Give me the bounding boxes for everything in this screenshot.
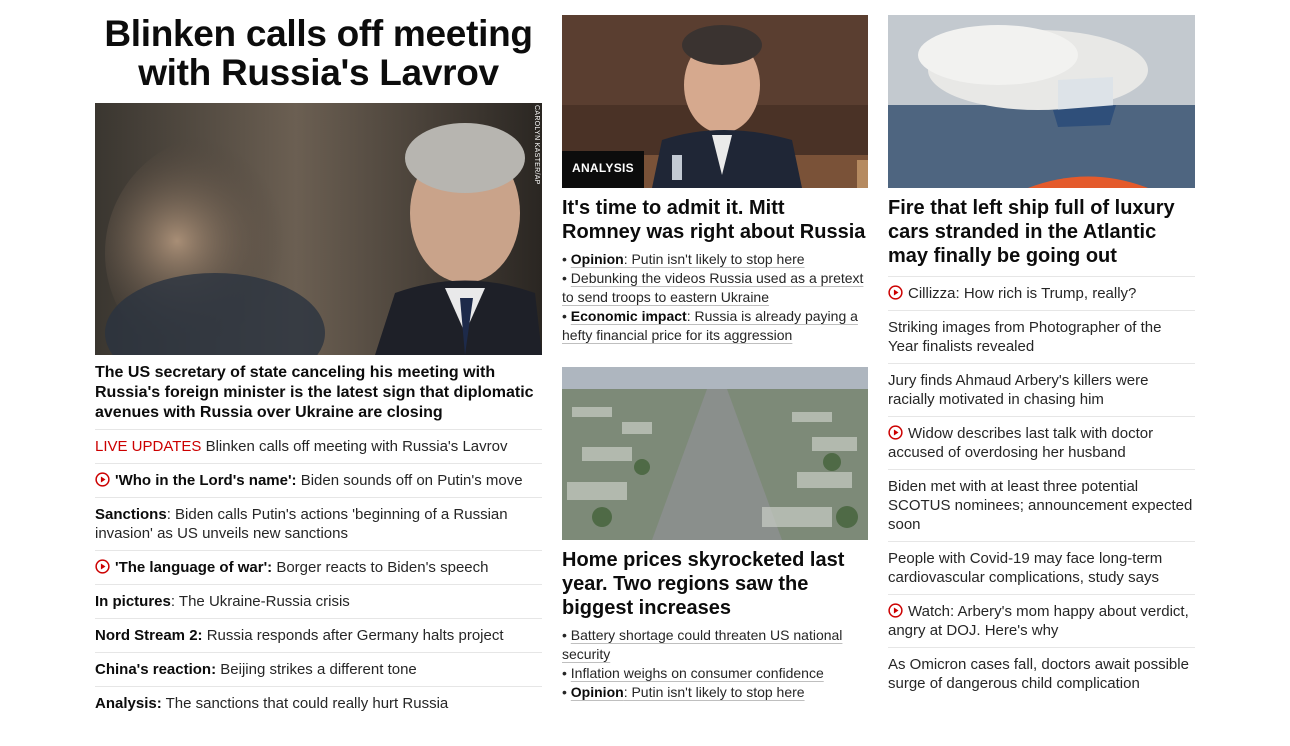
romney-photo[interactable]: ANALYSIS <box>562 15 868 188</box>
list-item[interactable]: Widow describes last talk with doctor ac… <box>888 416 1195 469</box>
bullet-item[interactable]: • Battery shortage could threaten US nat… <box>562 626 868 664</box>
list-item[interactable]: 'Who in the Lord's name': Biden sounds o… <box>95 463 542 497</box>
list-item[interactable]: Jury finds Ahmaud Arbery's killers were … <box>888 363 1195 416</box>
play-icon <box>888 285 903 300</box>
lead-description[interactable]: The US secretary of state canceling his … <box>95 363 542 423</box>
lead-related-list: LIVE UPDATES Blinken calls off meeting w… <box>95 429 542 720</box>
play-icon <box>888 425 903 440</box>
romney-headline[interactable]: It's time to admit it. Mitt Romney was r… <box>562 196 868 244</box>
play-icon <box>95 472 110 487</box>
list-item[interactable]: Watch: Arbery's mom happy about verdict,… <box>888 594 1195 647</box>
play-icon <box>95 559 110 574</box>
homes-bullets: • Battery shortage could threaten US nat… <box>562 626 868 702</box>
burning-ship-image <box>888 15 1195 188</box>
list-item[interactable]: Striking images from Photographer of the… <box>888 310 1195 363</box>
homes-headline[interactable]: Home prices skyrocketed last year. Two r… <box>562 548 868 620</box>
bullet-item[interactable]: • Inflation weighs on consumer confidenc… <box>562 664 868 683</box>
bullet-item[interactable]: • Debunking the videos Russia used as a … <box>562 269 868 307</box>
ship-related-list: Cillizza: How rich is Trump, really? Str… <box>888 276 1195 700</box>
list-item[interactable]: As Omicron cases fall, doctors await pos… <box>888 647 1195 700</box>
list-item[interactable]: Biden met with at least three potential … <box>888 469 1195 541</box>
list-item[interactable]: People with Covid-19 may face long-term … <box>888 541 1195 594</box>
list-item[interactable]: 'The language of war': Borger reacts to … <box>95 550 542 584</box>
photo-credit: CAROLYN KASTER/AP <box>533 105 540 185</box>
list-item[interactable]: Sanctions: Biden calls Putin's actions '… <box>95 497 542 550</box>
homes-photo[interactable] <box>562 367 868 540</box>
ship-headline[interactable]: Fire that left ship full of luxury cars … <box>888 196 1195 268</box>
bullet-item[interactable]: • Opinion: Putin isn't likely to stop he… <box>562 683 868 702</box>
list-item[interactable]: Analysis: The sanctions that could reall… <box>95 686 542 720</box>
blinken-photo <box>95 103 542 355</box>
right-column: Fire that left ship full of luxury cars … <box>888 0 1195 700</box>
live-updates-label: LIVE UPDATES <box>95 438 202 455</box>
middle-column: ANALYSIS It's time to admit it. Mitt Rom… <box>562 0 868 702</box>
list-item[interactable]: Cillizza: How rich is Trump, really? <box>888 276 1195 310</box>
lead-column: Blinken calls off meeting with Russia's … <box>95 0 542 720</box>
list-item[interactable]: China's reaction: Beijing strikes a diff… <box>95 652 542 686</box>
list-item[interactable]: LIVE UPDATES Blinken calls off meeting w… <box>95 429 542 463</box>
bullet-item[interactable]: • Opinion: Putin isn't likely to stop he… <box>562 250 868 269</box>
list-item[interactable]: In pictures: The Ukraine-Russia crisis <box>95 584 542 618</box>
list-item[interactable]: Nord Stream 2: Russia responds after Ger… <box>95 618 542 652</box>
lead-photo[interactable]: CAROLYN KASTER/AP <box>95 103 542 355</box>
aerial-neighborhood-image <box>562 367 868 540</box>
ship-photo[interactable] <box>888 15 1195 188</box>
lead-headline[interactable]: Blinken calls off meeting with Russia's … <box>95 14 542 92</box>
play-icon <box>888 603 903 618</box>
romney-bullets: • Opinion: Putin isn't likely to stop he… <box>562 250 868 345</box>
analysis-badge: ANALYSIS <box>562 151 644 188</box>
bullet-item[interactable]: • Economic impact: Russia is already pay… <box>562 307 868 345</box>
